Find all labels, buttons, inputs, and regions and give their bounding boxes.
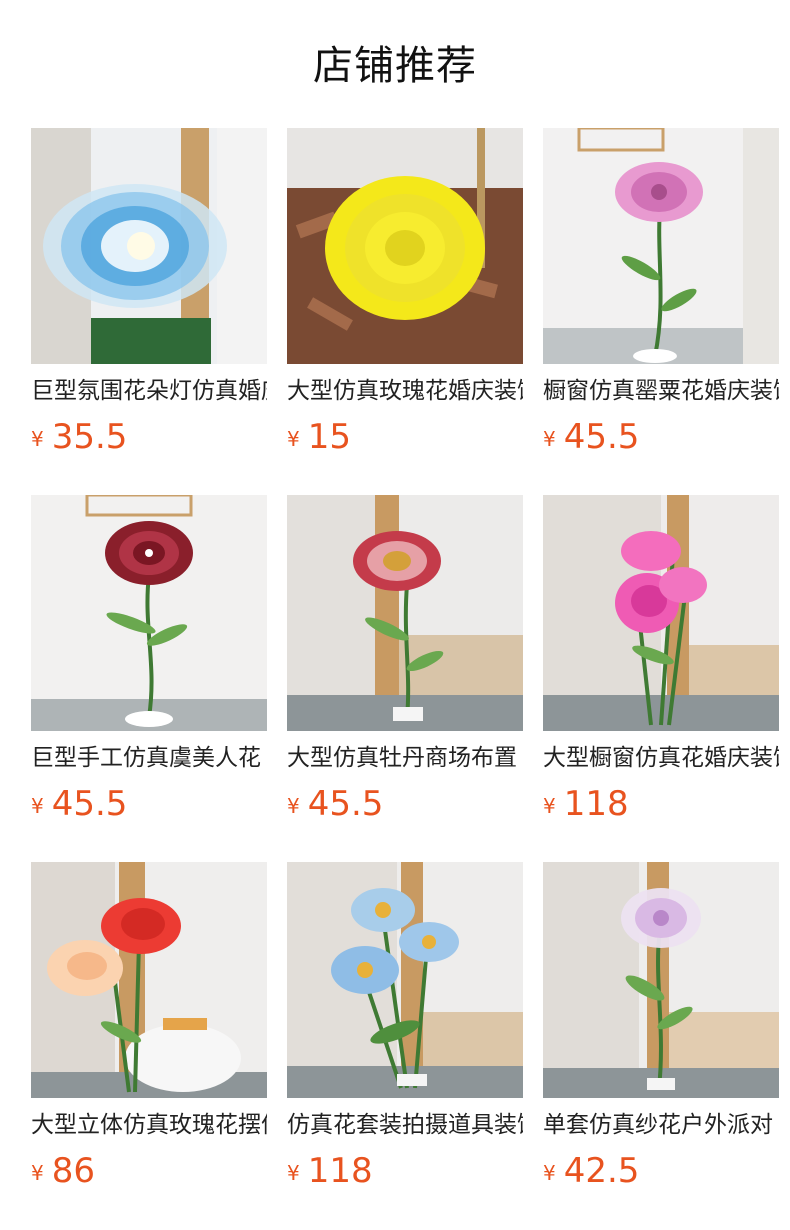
currency-symbol: ¥ bbox=[31, 794, 44, 818]
product-title[interactable]: 大型橱窗仿真花婚庆装饰 bbox=[543, 741, 779, 775]
currency-symbol: ¥ bbox=[543, 427, 556, 451]
currency-symbol: ¥ bbox=[31, 1161, 44, 1185]
product-image[interactable] bbox=[31, 495, 267, 731]
yellow-foam-rose-image bbox=[287, 128, 523, 364]
product-title[interactable]: 大型立体仿真玫瑰花摆件 bbox=[31, 1108, 267, 1142]
currency-symbol: ¥ bbox=[287, 794, 300, 818]
price-value: 86 bbox=[51, 1151, 95, 1191]
price-value: 42.5 bbox=[563, 1151, 640, 1191]
red-and-peach-roses-image bbox=[31, 862, 267, 1098]
price-value: 45.5 bbox=[307, 784, 384, 824]
product-price: ¥45.5 bbox=[543, 414, 639, 460]
page-title: 店铺推荐 bbox=[313, 43, 477, 89]
product-title[interactable]: 巨型氛围花朵灯仿真婚庆 bbox=[31, 374, 267, 408]
product-image[interactable] bbox=[31, 862, 267, 1098]
product-price: ¥45.5 bbox=[31, 781, 127, 827]
product-image[interactable] bbox=[543, 862, 779, 1098]
product-image[interactable] bbox=[31, 128, 267, 364]
product-image[interactable] bbox=[543, 128, 779, 364]
price-value: 118 bbox=[563, 784, 629, 824]
product-price: ¥42.5 bbox=[543, 1148, 639, 1194]
price-value: 35.5 bbox=[51, 417, 128, 457]
currency-symbol: ¥ bbox=[287, 1161, 300, 1185]
product-price: ¥35.5 bbox=[31, 414, 127, 460]
product-price: ¥118 bbox=[287, 1148, 373, 1194]
currency-symbol: ¥ bbox=[543, 1161, 556, 1185]
product-title[interactable]: 橱窗仿真罂粟花婚庆装饰 bbox=[543, 374, 779, 408]
red-gingham-peony-image bbox=[287, 495, 523, 731]
currency-symbol: ¥ bbox=[287, 427, 300, 451]
product-image[interactable] bbox=[287, 862, 523, 1098]
product-price: ¥118 bbox=[543, 781, 629, 827]
product-title[interactable]: 大型仿真玫瑰花婚庆装饰 bbox=[287, 374, 523, 408]
product-title[interactable]: 单套仿真纱花户外派对 bbox=[543, 1108, 779, 1142]
product-title[interactable]: 巨型手工仿真虞美人花 bbox=[31, 741, 267, 775]
currency-symbol: ¥ bbox=[543, 794, 556, 818]
product-price: ¥15 bbox=[287, 414, 351, 460]
price-value: 45.5 bbox=[51, 784, 128, 824]
price-value: 45.5 bbox=[563, 417, 640, 457]
blue-peony-flower-lamp-image bbox=[31, 128, 267, 364]
blue-flower-trio-image bbox=[287, 862, 523, 1098]
pink-poppy-flower-image bbox=[543, 128, 779, 364]
product-image[interactable] bbox=[543, 495, 779, 731]
red-plaid-rose-image bbox=[31, 495, 267, 731]
product-title[interactable]: 仿真花套装拍摄道具装饰 bbox=[287, 1108, 523, 1142]
product-price: ¥86 bbox=[31, 1148, 95, 1194]
product-image[interactable] bbox=[287, 128, 523, 364]
product-image[interactable] bbox=[287, 495, 523, 731]
price-value: 15 bbox=[307, 417, 351, 457]
lilac-tulle-flower-image bbox=[543, 862, 779, 1098]
price-value: 118 bbox=[307, 1151, 373, 1191]
currency-symbol: ¥ bbox=[31, 427, 44, 451]
product-title[interactable]: 大型仿真牡丹商场布置 bbox=[287, 741, 523, 775]
pink-rose-trio-image bbox=[543, 495, 779, 731]
product-price: ¥45.5 bbox=[287, 781, 383, 827]
